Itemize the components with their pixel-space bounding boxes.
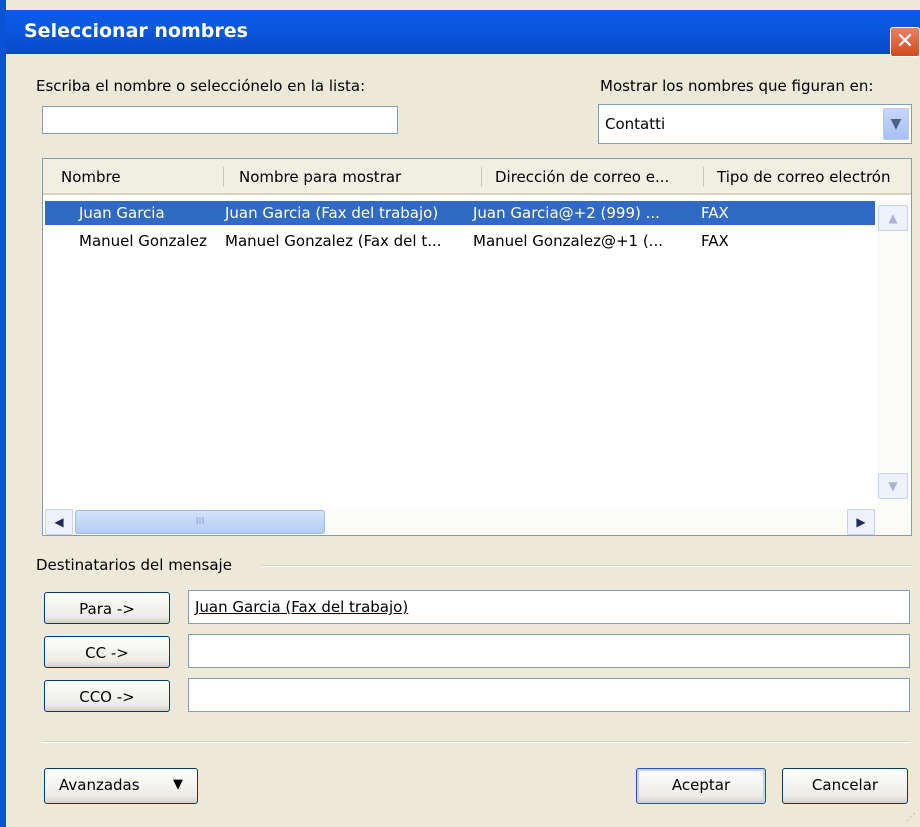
- cell-name: Manuel Gonzalez: [79, 232, 207, 250]
- address-book-label: Mostrar los nombres que figuran en:: [600, 77, 874, 95]
- cell-display-name: Manuel Gonzalez (Fax del t...: [225, 232, 442, 250]
- column-header-display-name[interactable]: Nombre para mostrar: [239, 168, 401, 186]
- address-book-select[interactable]: Contatti ▼: [598, 104, 912, 144]
- scroll-thumb[interactable]: III: [75, 510, 325, 534]
- column-header-name[interactable]: Nombre: [61, 168, 121, 186]
- group-divider: [262, 565, 912, 567]
- horizontal-scrollbar[interactable]: ◀ III ▶: [45, 509, 909, 535]
- cell-email-address: Manuel Gonzalez@+1 (...: [473, 232, 663, 250]
- bcc-button[interactable]: CCO ->: [44, 680, 170, 712]
- cell-email-type: FAX: [701, 232, 729, 250]
- advanced-button[interactable]: Avanzadas ▼: [44, 768, 198, 804]
- cc-field[interactable]: [188, 634, 910, 668]
- recipients-group-label: Destinatarios del mensaje: [36, 556, 232, 574]
- cell-email-address: Juan Garcia@+2 (999) ...: [473, 204, 660, 222]
- scroll-up-icon[interactable]: ▲: [878, 205, 908, 231]
- cancel-button[interactable]: Cancelar: [782, 768, 908, 804]
- ok-button[interactable]: Aceptar: [636, 768, 766, 804]
- bcc-field[interactable]: [188, 678, 910, 712]
- names-list[interactable]: Nombre Nombre para mostrar Dirección de …: [42, 158, 912, 536]
- to-field[interactable]: Juan Garcia (Fax del trabajo): [188, 590, 910, 624]
- address-book-value: Contatti: [605, 115, 666, 133]
- cell-email-type: FAX: [701, 204, 729, 222]
- list-row[interactable]: Manuel Gonzalez Manuel Gonzalez (Fax del…: [45, 229, 875, 253]
- select-names-dialog: Seleccionar nombres ✕ Escriba el nombre …: [0, 0, 920, 827]
- to-button[interactable]: Para ->: [44, 592, 170, 624]
- scroll-down-icon[interactable]: ▼: [878, 473, 908, 499]
- title-bar[interactable]: Seleccionar nombres ✕: [6, 10, 920, 57]
- cc-button[interactable]: CC ->: [44, 636, 170, 668]
- search-label: Escriba el nombre o selecciónelo en la l…: [36, 77, 366, 95]
- list-header: Nombre Nombre para mostrar Dirección de …: [43, 159, 911, 195]
- cell-display-name: Juan Garcia (Fax del trabajo): [225, 204, 439, 222]
- list-row-selected[interactable]: Juan Garcia Juan Garcia (Fax del trabajo…: [45, 201, 875, 225]
- scroll-left-icon[interactable]: ◀: [45, 509, 73, 535]
- dropdown-arrow-icon: ▼: [173, 777, 183, 792]
- cell-name: Juan Garcia: [79, 204, 165, 222]
- scroll-right-icon[interactable]: ▶: [847, 509, 875, 535]
- vertical-scrollbar[interactable]: ▲ ▼: [877, 199, 909, 511]
- search-input[interactable]: [42, 106, 398, 134]
- column-header-email-address[interactable]: Dirección de correo e...: [495, 168, 669, 186]
- resize-grip-icon[interactable]: ⋰: [906, 812, 916, 823]
- to-recipient[interactable]: Juan Garcia (Fax del trabajo): [195, 598, 408, 616]
- dialog-title: Seleccionar nombres: [24, 20, 248, 42]
- footer-divider: [42, 741, 910, 743]
- column-header-email-type[interactable]: Tipo de correo electrón: [717, 168, 890, 186]
- close-icon[interactable]: ✕: [890, 27, 920, 57]
- chevron-down-icon[interactable]: ▼: [883, 108, 909, 140]
